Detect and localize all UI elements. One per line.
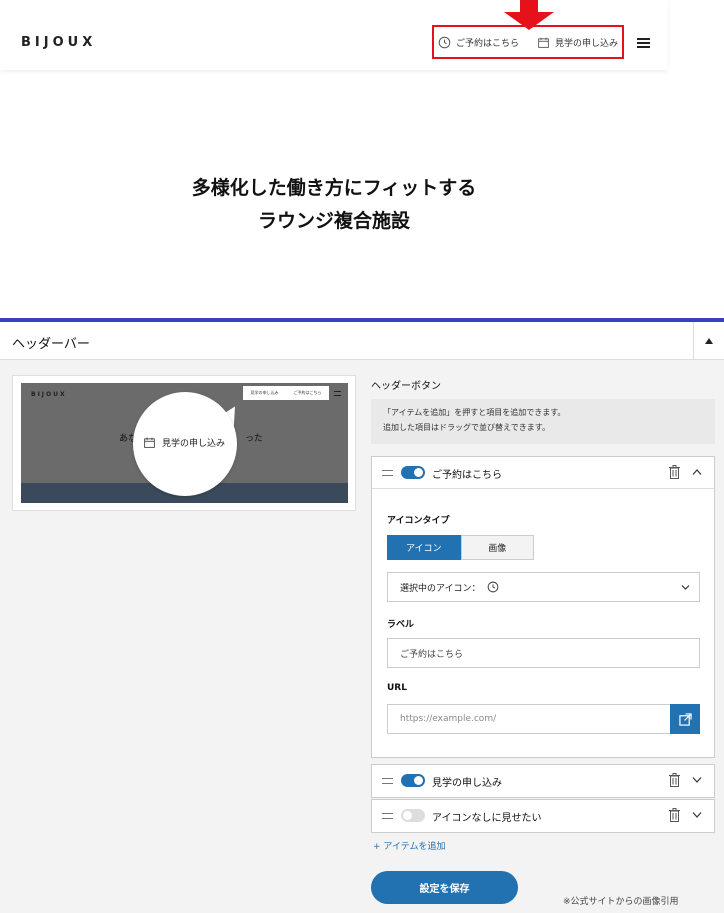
trash-icon[interactable] <box>669 808 680 822</box>
add-item-link[interactable]: + アイテムを追加 <box>373 839 446 852</box>
header-link-reservation[interactable]: ご予約はこちら <box>438 36 519 49</box>
icon-select[interactable]: 選択中のアイコン： <box>387 572 700 602</box>
calendar-icon <box>538 37 549 48</box>
collapse-toggle-button[interactable] <box>693 322 724 360</box>
preview-logo: BIJOUX <box>31 391 67 398</box>
caret-up-icon <box>705 338 713 344</box>
chevron-down-icon[interactable] <box>692 811 702 819</box>
item-header[interactable]: 見学の申し込み <box>372 765 714 797</box>
item-header[interactable]: ご予約はこちら <box>372 457 714 489</box>
icon-type-icon-button[interactable]: アイコン <box>387 535 461 560</box>
item-label: アイコンなしに見せたい <box>432 813 542 824</box>
red-arrow-down-icon <box>504 0 554 30</box>
item-header[interactable]: アイコンなしに見せたい <box>372 800 714 832</box>
icon-type-label: アイコンタイプ <box>387 516 450 526</box>
item-label: 見学の申し込み <box>432 778 502 789</box>
header-item-reservation: ご予約はこちら アイコンタイプ アイコン 画像 選択中のアイコン： ラベル ご予… <box>371 456 715 758</box>
section-title: ヘッダーボタン <box>371 381 441 392</box>
icon-type-segmented: アイコン 画像 <box>387 535 534 560</box>
icon-select-label: 選択中のアイコン： <box>400 583 481 594</box>
external-link-icon <box>678 712 692 726</box>
drag-handle-icon[interactable] <box>382 778 393 784</box>
drag-handle-icon[interactable] <box>382 813 393 819</box>
calendar-icon <box>144 437 155 448</box>
save-settings-button[interactable]: 設定を保存 <box>371 871 518 904</box>
info-line-1: 「アイテムを追加」を押すと項目を追加できます。 <box>383 408 566 417</box>
site-logo[interactable]: BIJOUX <box>21 35 96 50</box>
info-line-2: 追加した項目はドラッグで並び替えできます。 <box>383 423 550 432</box>
preview-nav-2: ご予約はこちら <box>293 390 322 395</box>
header-item-tour: 見学の申し込み <box>371 764 715 798</box>
hero-line-1: 多様化した働き方にフィットする <box>191 177 477 199</box>
hero-heading: 多様化した働き方にフィットする ラウンジ複合施設 <box>0 172 668 238</box>
item-label: ご予約はこちら <box>432 470 502 481</box>
open-link-button[interactable] <box>670 704 700 734</box>
enable-toggle[interactable] <box>401 774 425 787</box>
header-item-no-icon: アイコンなしに見せたい <box>371 799 715 833</box>
icon-type-image-button[interactable]: 画像 <box>460 535 534 560</box>
trash-icon[interactable] <box>669 465 680 479</box>
label-field-label: ラベル <box>387 620 415 630</box>
preview-header-buttons: 見学の申し込み ご予約はこちら <box>243 386 329 400</box>
panel-header[interactable]: ヘッダーバー <box>0 322 724 360</box>
hamburger-menu-icon[interactable] <box>637 38 650 48</box>
chevron-up-icon[interactable] <box>692 468 702 476</box>
trash-icon[interactable] <box>669 773 680 787</box>
url-input[interactable]: https://example.com/ <box>387 704 671 734</box>
chevron-down-icon <box>681 585 690 590</box>
header-link-label: 見学の申し込み <box>555 39 619 49</box>
header-link-label: ご予約はこちら <box>456 39 520 49</box>
enable-toggle[interactable] <box>401 466 425 479</box>
drag-handle-icon[interactable] <box>382 470 393 476</box>
enable-toggle[interactable] <box>401 809 425 822</box>
callout-content: 見学の申し込み <box>143 436 225 449</box>
chevron-down-icon[interactable] <box>692 776 702 784</box>
panel-title: ヘッダーバー <box>12 337 90 352</box>
clock-icon <box>487 581 498 593</box>
info-box: 「アイテムを追加」を押すと項目を追加できます。 追加した項目はドラッグで並び替え… <box>371 399 715 444</box>
callout-label: 見学の申し込み <box>162 439 226 449</box>
preview-hero-right: った <box>245 434 264 444</box>
url-field-label: URL <box>387 683 407 693</box>
image-credit: ※公式サイトからの画像引用 <box>563 897 679 907</box>
header-link-tour[interactable]: 見学の申し込み <box>537 36 618 49</box>
clock-icon <box>438 36 451 49</box>
hero-line-2: ラウンジ複合施設 <box>257 210 410 232</box>
preview-hamburger-icon <box>334 391 341 396</box>
preview-nav-1: 見学の申し込み <box>250 390 279 395</box>
label-input[interactable]: ご予約はこちら <box>387 638 700 668</box>
